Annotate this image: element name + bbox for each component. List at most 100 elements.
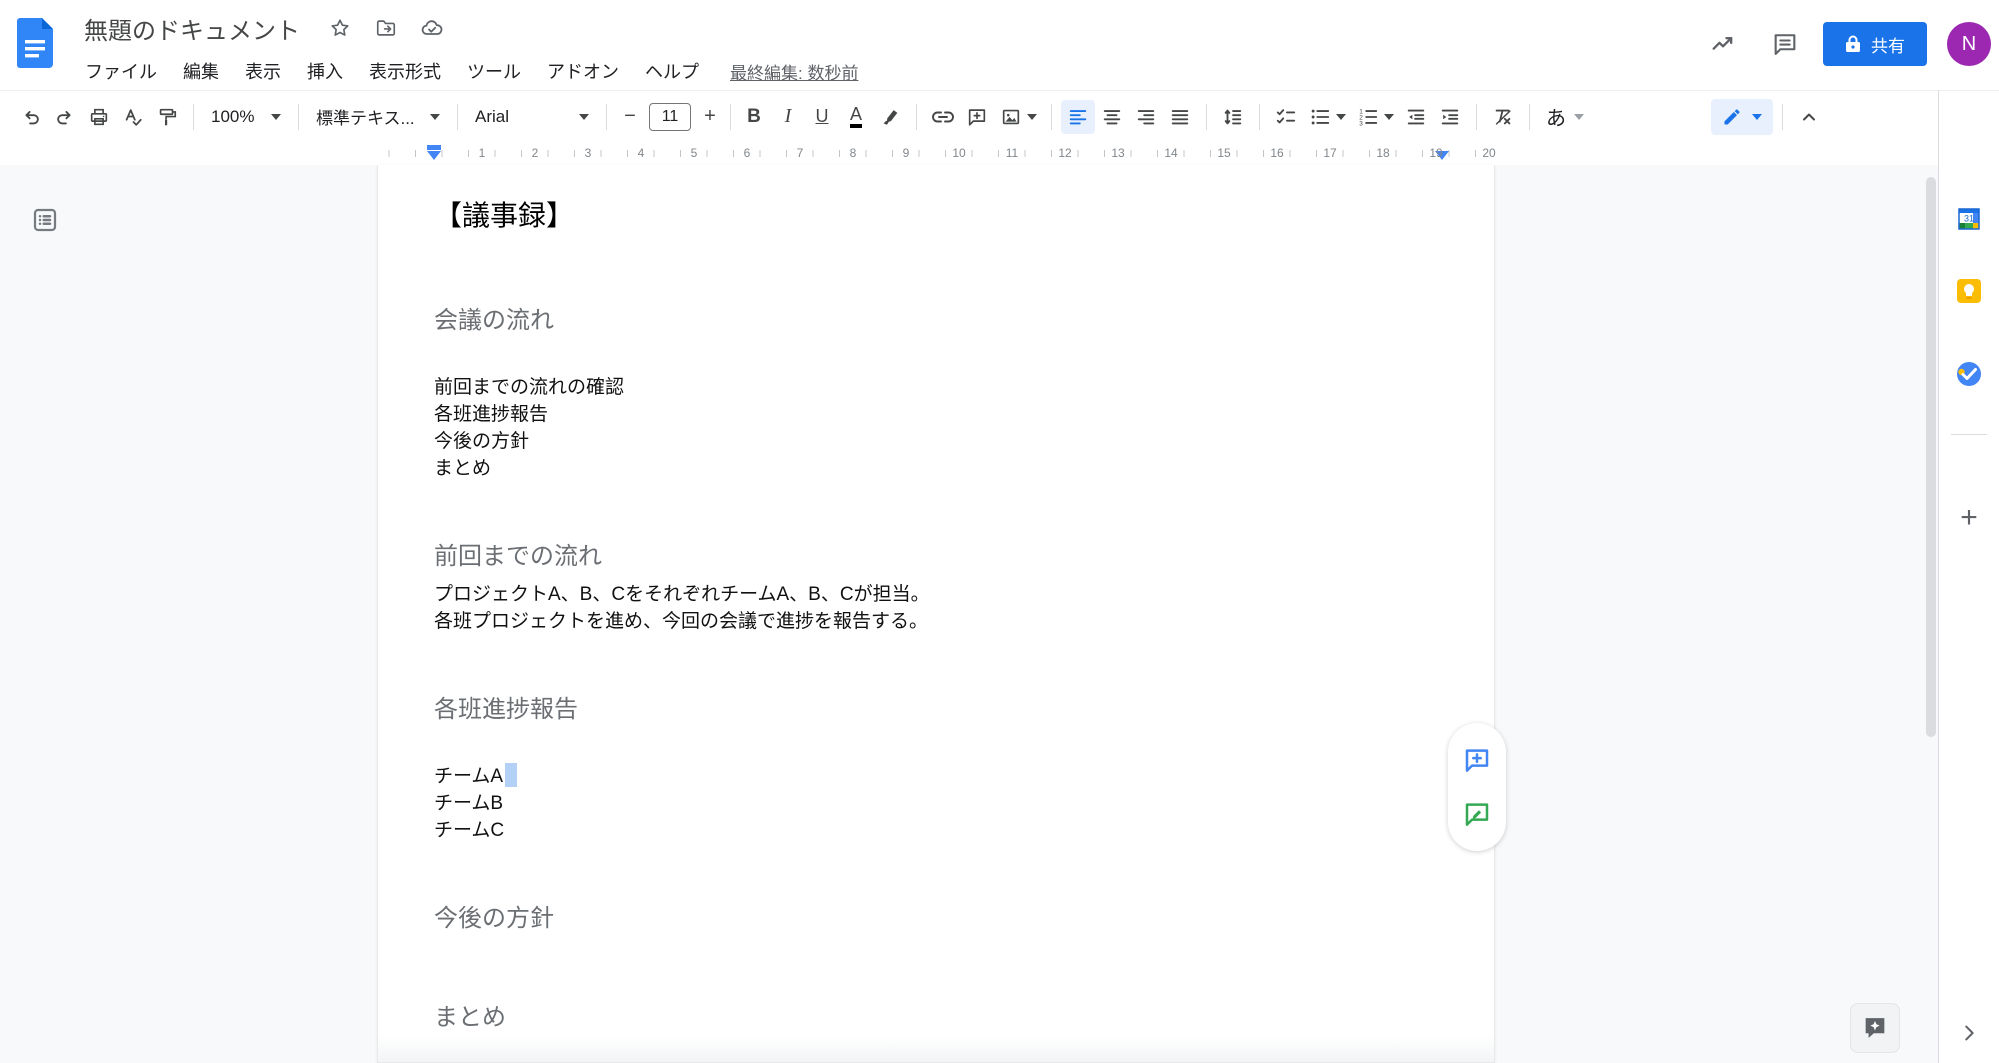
ruler-number-8: 8 — [850, 146, 857, 160]
ruler-number-4: 4 — [638, 146, 645, 160]
collapse-toolbar-button[interactable] — [1792, 100, 1826, 134]
keep-icon[interactable] — [1954, 276, 1984, 306]
menu-item-6[interactable]: アドオン — [534, 54, 632, 88]
doc-line[interactable]: チームA — [434, 763, 1438, 790]
bulleted-list-button[interactable] — [1303, 100, 1351, 134]
doc-section-lines: チームAチームBチームC — [434, 763, 1438, 844]
numbered-list-button[interactable]: 1 2 3 — [1351, 100, 1399, 134]
cloud-saved-icon[interactable] — [420, 16, 444, 40]
ruler-number-3: 3 — [585, 146, 592, 160]
doc-line[interactable]: 各班進捗報告 — [434, 401, 1438, 428]
align-center-button[interactable] — [1095, 100, 1129, 134]
left-indent-marker[interactable] — [427, 151, 441, 160]
highlight-color-button[interactable] — [873, 100, 907, 134]
chevron-down-icon — [1574, 114, 1584, 120]
share-label: 共有 — [1871, 32, 1905, 57]
redo-button[interactable] — [48, 100, 82, 134]
menu-item-2[interactable]: 表示 — [232, 54, 294, 88]
doc-section-heading[interactable]: 各班進捗報告 — [434, 694, 1438, 725]
document-outline-icon[interactable] — [30, 205, 64, 239]
print-button[interactable] — [82, 100, 116, 134]
justify-button[interactable] — [1163, 100, 1197, 134]
ruler-number-2: 2 — [532, 146, 539, 160]
doc-section-heading[interactable]: 前回までの流れ — [434, 541, 1438, 572]
get-add-ons-button[interactable]: + — [1960, 501, 1978, 535]
checklist-button[interactable] — [1269, 100, 1303, 134]
menu-item-5[interactable]: ツール — [454, 54, 534, 88]
doc-line[interactable]: 各班プロジェクトを進め、今回の会議で進捗を報告する。 — [434, 608, 1438, 635]
line-spacing-button[interactable] — [1216, 100, 1250, 134]
doc-section-lines: 前回までの流れの確認各班進捗報告今後の方針まとめ — [434, 374, 1438, 482]
paragraph-style-select[interactable]: 標準テキス... — [308, 100, 448, 134]
account-avatar[interactable]: N — [1947, 22, 1991, 66]
decrease-font-size-button[interactable]: − — [616, 103, 644, 131]
font-size-input[interactable]: 11 — [649, 103, 691, 131]
explore-button[interactable] — [1850, 1003, 1900, 1053]
menu-item-1[interactable]: 編集 — [170, 54, 232, 88]
document-title[interactable]: 無題のドキュメント — [84, 11, 300, 46]
doc-line[interactable]: チームC — [434, 817, 1438, 844]
margin-actions-pill — [1448, 723, 1506, 851]
doc-line[interactable]: まとめ — [434, 455, 1438, 482]
hide-side-panel-chevron[interactable] — [1958, 1022, 1980, 1049]
menu-item-4[interactable]: 表示形式 — [356, 54, 454, 88]
star-icon[interactable] — [328, 16, 352, 40]
doc-section-heading[interactable]: 今後の方針 — [434, 903, 1438, 934]
insert-link-button[interactable] — [926, 100, 960, 134]
increase-font-size-button[interactable]: + — [696, 103, 724, 131]
ruler-number-12: 12 — [1058, 146, 1071, 160]
calendar-icon[interactable]: 31 — [1954, 204, 1984, 234]
vertical-scrollbar[interactable] — [1926, 177, 1936, 737]
editing-mode-button[interactable] — [1711, 99, 1773, 135]
doc-line[interactable]: チームB — [434, 790, 1438, 817]
undo-button[interactable] — [14, 100, 48, 134]
document-canvas: 【議事録】 会議の流れ前回までの流れの確認各班進捗報告今後の方針まとめ前回までの… — [0, 165, 1938, 1063]
clear-formatting-button[interactable] — [1486, 100, 1520, 134]
doc-section-lines: プロジェクトA、B、CをそれぞれチームA、B、Cが担当。各班プロジェクトを進め、… — [434, 581, 1438, 635]
google-docs-logo[interactable] — [17, 18, 53, 68]
margin-add-comment-button[interactable] — [1461, 744, 1493, 776]
doc-section-heading[interactable]: まとめ — [434, 1002, 1438, 1033]
align-right-button[interactable] — [1129, 100, 1163, 134]
ruler[interactable]: 1234567891011121314151617181920 — [0, 142, 1938, 165]
side-panel: 31 + — [1938, 90, 1999, 1063]
doc-section-0: 会議の流れ前回までの流れの確認各班進捗報告今後の方針まとめ — [434, 305, 1438, 482]
text-color-button[interactable]: A — [839, 100, 873, 134]
ruler-number-18: 18 — [1376, 146, 1389, 160]
insert-image-button[interactable] — [994, 100, 1042, 134]
align-left-button[interactable] — [1061, 100, 1095, 134]
paint-format-button[interactable] — [150, 100, 184, 134]
last-edit-link[interactable]: 最終編集: 数秒前 — [730, 59, 858, 84]
increase-indent-button[interactable] — [1433, 100, 1467, 134]
doc-section-heading[interactable]: 会議の流れ — [434, 305, 1438, 336]
menu-item-3[interactable]: 挿入 — [294, 54, 356, 88]
bold-button[interactable]: B — [737, 100, 771, 134]
doc-heading-title[interactable]: 【議事録】 — [434, 198, 1438, 234]
add-comment-button[interactable] — [960, 100, 994, 134]
open-comments-icon[interactable] — [1761, 20, 1809, 68]
doc-line[interactable]: 今後の方針 — [434, 428, 1438, 455]
doc-line[interactable]: 前回までの流れの確認 — [434, 374, 1438, 401]
font-family-select[interactable]: Arial — [467, 100, 597, 134]
menu-item-7[interactable]: ヘルプ — [632, 54, 712, 88]
zoom-select[interactable]: 100% — [203, 100, 289, 134]
italic-button[interactable]: I — [771, 100, 805, 134]
doc-line[interactable]: プロジェクトA、B、CをそれぞれチームA、B、Cが担当。 — [434, 581, 1438, 608]
document-page[interactable]: 【議事録】 会議の流れ前回までの流れの確認各班進捗報告今後の方針まとめ前回までの… — [377, 165, 1495, 1063]
input-tools-button[interactable]: あ — [1539, 100, 1591, 134]
document-stats-icon[interactable] — [1699, 20, 1747, 68]
doc-body: 会議の流れ前回までの流れの確認各班進捗報告今後の方針まとめ前回までの流れプロジェ… — [434, 305, 1438, 1033]
margin-suggest-edits-button[interactable] — [1461, 798, 1493, 830]
spell-check-button[interactable] — [116, 100, 150, 134]
underline-button[interactable]: U — [805, 100, 839, 134]
tasks-icon[interactable] — [1954, 359, 1984, 389]
menu-bar: ファイル編集表示挿入表示形式ツールアドオンヘルプ最終編集: 数秒前 — [72, 54, 858, 88]
share-button[interactable]: 共有 — [1823, 22, 1927, 66]
decrease-indent-button[interactable] — [1399, 100, 1433, 134]
ruler-number-16: 16 — [1270, 146, 1283, 160]
first-line-indent-marker[interactable] — [427, 145, 441, 150]
chevron-down-icon — [579, 114, 589, 120]
ruler-scale: 1234567891011121314151617181920 — [377, 142, 1495, 165]
move-to-folder-icon[interactable] — [374, 16, 398, 40]
menu-item-0[interactable]: ファイル — [72, 54, 170, 88]
